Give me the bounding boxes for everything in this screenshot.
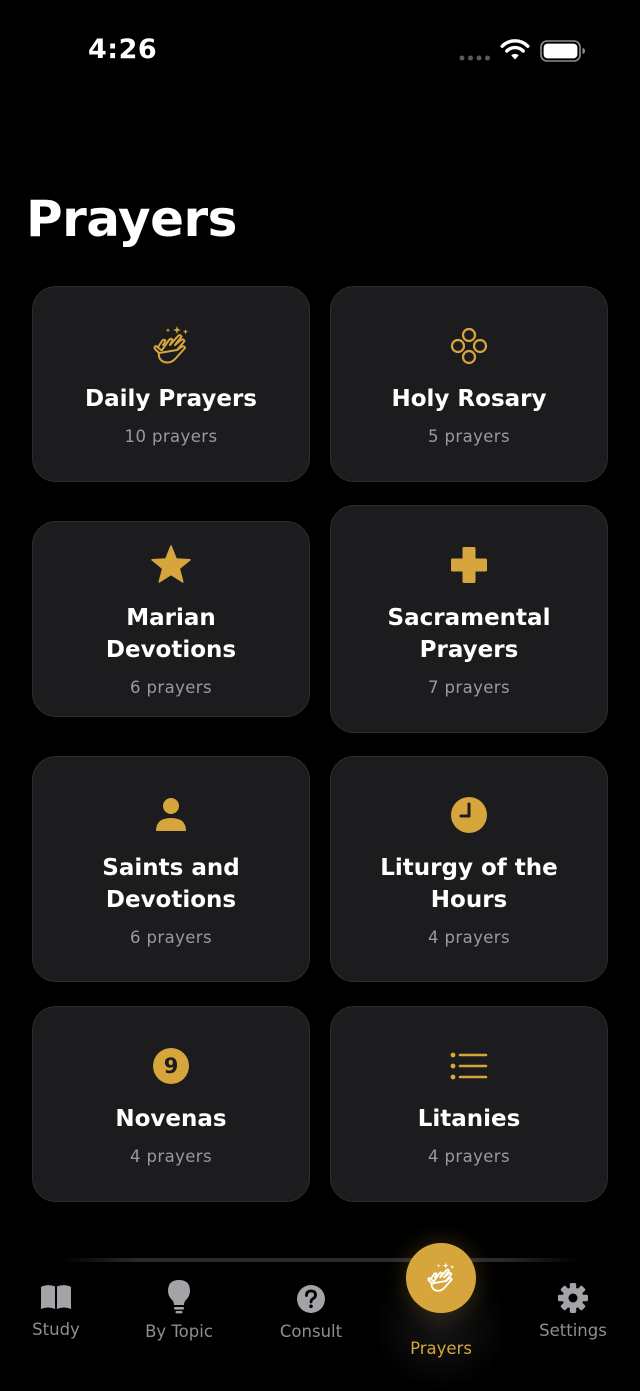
rosary-beads-icon xyxy=(446,323,492,369)
category-title: Sacramental Prayers xyxy=(387,604,551,663)
lightbulb-icon xyxy=(162,1278,196,1314)
category-count: 7 prayers xyxy=(427,677,510,697)
category-card-holy-rosary[interactable]: Holy Rosary 5 prayers xyxy=(330,286,608,482)
tab-label: Settings xyxy=(539,1321,607,1340)
category-title: Daily Prayers xyxy=(84,385,258,412)
tab-prayers[interactable] xyxy=(406,1243,476,1313)
tab-label: Consult xyxy=(279,1322,343,1341)
praying-hands-icon xyxy=(148,323,194,369)
clock-icon xyxy=(446,792,492,838)
status-bar: 4:26 xyxy=(0,0,640,100)
category-card-saints-and-devotions[interactable]: Saints and Devotions 6 prayers xyxy=(32,756,310,982)
novena-number: 9 xyxy=(163,1053,179,1078)
category-title: Litanies xyxy=(417,1105,521,1132)
gear-icon xyxy=(556,1281,590,1315)
tab-label: By Topic xyxy=(145,1322,213,1341)
category-count: 5 prayers xyxy=(427,426,510,446)
page-title: Prayers xyxy=(26,190,237,248)
category-count: 6 prayers xyxy=(129,927,212,947)
category-card-sacramental-prayers[interactable]: Sacramental Prayers 7 prayers xyxy=(330,505,608,733)
category-count: 4 prayers xyxy=(427,927,510,947)
tab-label: Study xyxy=(32,1320,80,1339)
category-title: Liturgy of the Hours xyxy=(380,854,558,913)
category-card-litanies[interactable]: Litanies 4 prayers xyxy=(330,1006,608,1202)
category-count: 10 prayers xyxy=(124,426,218,446)
praying-hands-icon xyxy=(427,1262,455,1292)
category-card-liturgy-of-the-hours[interactable]: Liturgy of the Hours 4 prayers xyxy=(330,756,608,982)
battery-icon xyxy=(540,40,585,62)
category-title: Novenas xyxy=(115,1105,227,1132)
category-card-novenas[interactable]: 9 Novenas 4 prayers xyxy=(32,1006,310,1202)
category-title: Holy Rosary xyxy=(391,385,547,412)
status-time: 4:26 xyxy=(88,34,158,65)
cross-icon xyxy=(446,542,492,588)
number-nine-icon: 9 xyxy=(148,1043,194,1089)
category-count: 4 prayers xyxy=(129,1146,212,1166)
category-title: Marian Devotions xyxy=(105,604,237,663)
category-card-marian-devotions[interactable]: Marian Devotions 6 prayers xyxy=(32,521,310,717)
cellular-signal-icon xyxy=(459,55,490,61)
tab-label-prayers: Prayers xyxy=(410,1339,472,1358)
list-icon xyxy=(446,1043,492,1089)
category-count: 6 prayers xyxy=(129,677,212,697)
book-icon xyxy=(39,1280,73,1314)
wifi-icon xyxy=(500,39,530,60)
category-card-daily-prayers[interactable]: Daily Prayers 10 prayers xyxy=(32,286,310,482)
tab-study[interactable]: Study xyxy=(1,1280,111,1339)
category-title: Saints and Devotions xyxy=(102,854,240,913)
category-count: 4 prayers xyxy=(427,1146,510,1166)
tab-by-topic[interactable]: By Topic xyxy=(124,1278,234,1341)
person-icon xyxy=(148,792,194,838)
tab-settings[interactable]: Settings xyxy=(518,1281,628,1340)
tab-consult[interactable]: Consult xyxy=(256,1282,366,1341)
star-icon xyxy=(148,542,194,588)
question-mark-icon xyxy=(294,1282,328,1316)
